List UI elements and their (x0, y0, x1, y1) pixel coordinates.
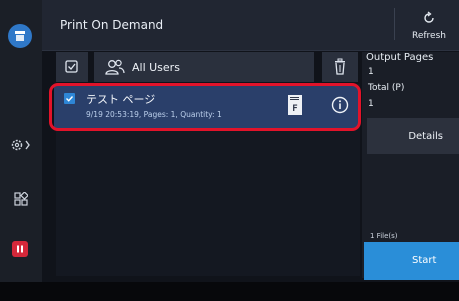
pause-icon (17, 245, 23, 253)
bottom-bezel (0, 282, 459, 301)
select-all-button[interactable] (56, 52, 88, 82)
apps-button[interactable] (10, 188, 32, 210)
info-icon (331, 96, 349, 114)
file-type-letter: F (292, 104, 298, 114)
job-meta: 9/19 20:53:19, Pages: 1, Quantity: 1 (86, 110, 222, 119)
checkbox-icon (66, 96, 74, 102)
job-checkbox[interactable] (64, 93, 75, 104)
header-bar: Print On Demand Refresh (42, 0, 459, 51)
home-button[interactable] (8, 24, 32, 48)
job-name: テスト ページ (86, 93, 156, 106)
all-users-label: All Users (132, 60, 180, 74)
settings-button[interactable] (10, 134, 32, 156)
toolbar: All Users (42, 52, 360, 82)
output-pages-label: Output Pages (366, 52, 434, 63)
file-count: 1 File(s) (370, 232, 398, 240)
users-icon (105, 59, 125, 75)
refresh-label: Refresh (412, 31, 446, 41)
header-divider (394, 8, 395, 40)
details-button[interactable]: Details (367, 118, 459, 154)
delete-button[interactable] (322, 52, 358, 82)
job-info-button[interactable] (330, 95, 350, 115)
output-pages-value: 1 (368, 67, 374, 77)
apps-icon (14, 192, 28, 206)
refresh-button[interactable]: Refresh (402, 10, 456, 44)
start-label: Start (412, 255, 437, 266)
trash-icon (335, 58, 345, 75)
job-row[interactable]: テスト ページ 9/19 20:53:19, Pages: 1, Quantit… (54, 86, 358, 128)
start-button[interactable]: Start (364, 242, 459, 280)
total-value: 1 (368, 99, 374, 109)
all-users-button[interactable]: All Users (94, 52, 314, 82)
select-all-icon (65, 60, 78, 73)
file-icon: F (288, 95, 302, 115)
home-icon (15, 31, 25, 41)
total-label: Total (P) (368, 83, 405, 93)
left-rail (0, 0, 42, 301)
refresh-icon (424, 11, 434, 23)
gear-icon (11, 139, 30, 151)
page-title: Print On Demand (60, 18, 164, 32)
pause-button[interactable] (12, 241, 28, 257)
details-label: Details (408, 131, 443, 142)
screen: Print On Demand Refresh All Users テスト ペー… (0, 0, 459, 301)
